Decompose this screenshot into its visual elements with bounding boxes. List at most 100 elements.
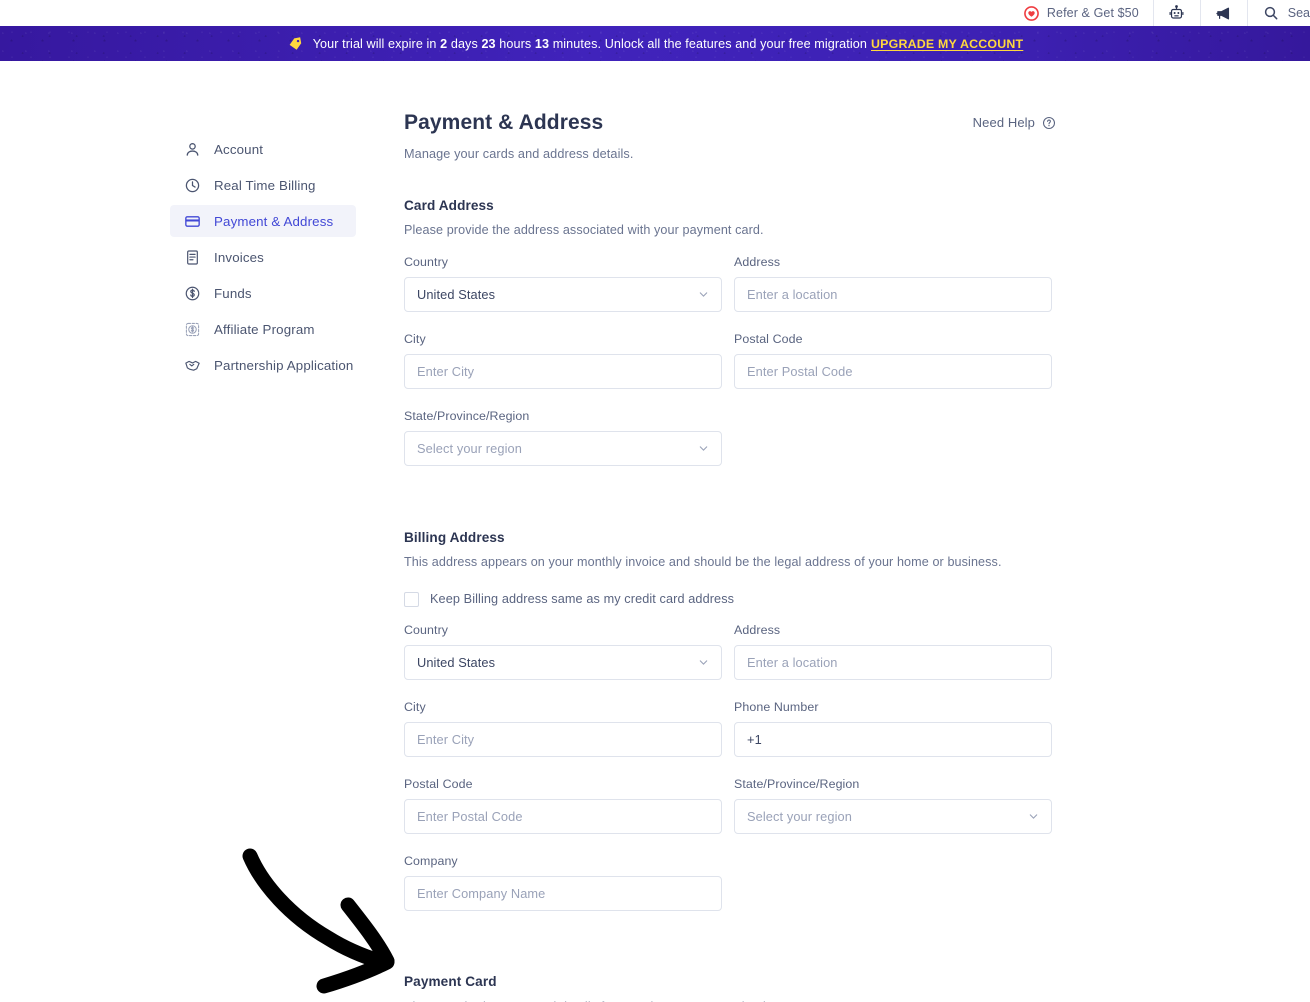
field-label: State/Province/Region xyxy=(734,777,1052,791)
page-title: Payment & Address xyxy=(404,111,634,135)
keep-billing-same-checkbox-row[interactable]: Keep Billing address same as my credit c… xyxy=(404,592,1056,607)
megaphone-icon xyxy=(1215,4,1233,22)
input-placeholder: Enter a location xyxy=(747,655,838,670)
sidebar-item-label: Payment & Address xyxy=(214,214,333,229)
billing-country-select[interactable]: United States xyxy=(404,645,722,680)
sidebar-item-label: Invoices xyxy=(214,250,264,265)
payment-card-row: Please authorize your card details for c… xyxy=(404,997,1056,1002)
field-label: Phone Number xyxy=(734,700,1052,714)
banner-text-prefix: Your trial will expire in xyxy=(313,37,440,51)
chevron-down-icon xyxy=(698,657,709,668)
trial-expiry-banner: Your trial will expire in 2 days 23 hour… xyxy=(0,26,1310,61)
field-billing-postal-code: Postal Code Enter Postal Code xyxy=(404,777,722,834)
billing-address-input[interactable]: Enter a location xyxy=(734,645,1052,680)
banner-hours-value: 23 xyxy=(481,37,495,51)
heart-icon xyxy=(1024,6,1039,21)
keep-billing-same-checkbox[interactable] xyxy=(404,592,419,607)
top-utility-bar: Refer & Get $50 xyxy=(0,0,1310,26)
field-label: Company xyxy=(404,854,722,868)
banner-minutes-unit: minutes. xyxy=(549,37,605,51)
card-country-select[interactable]: United States xyxy=(404,277,722,312)
field-label: Postal Code xyxy=(734,332,1052,346)
field-card-region: State/Province/Region Select your region xyxy=(404,409,722,466)
search-icon xyxy=(1262,4,1280,22)
select-value: Select your region xyxy=(417,441,522,456)
credit-card-icon xyxy=(184,213,201,230)
field-billing-country: Country United States xyxy=(404,623,722,680)
robot-icon xyxy=(1168,4,1186,22)
sidebar-item-real-time-billing[interactable]: Real Time Billing xyxy=(170,169,356,201)
content-header: Payment & Address Manage your cards and … xyxy=(404,111,1056,161)
sidebar-item-funds[interactable]: Funds xyxy=(170,277,356,309)
field-billing-city: City Enter City xyxy=(404,700,722,757)
refer-label: Refer & Get $50 xyxy=(1047,6,1139,20)
keep-billing-same-label: Keep Billing address same as my credit c… xyxy=(430,592,734,606)
sidebar-item-label: Account xyxy=(214,142,263,157)
billing-postal-code-input[interactable]: Enter Postal Code xyxy=(404,799,722,834)
field-label: Country xyxy=(404,623,722,637)
field-label: Country xyxy=(404,255,722,269)
sidebar-item-account[interactable]: Account xyxy=(170,133,356,165)
banner-message: Your trial will expire in 2 days 23 hour… xyxy=(313,37,1024,51)
select-value: United States xyxy=(417,287,495,302)
refer-and-get-button[interactable]: Refer & Get $50 xyxy=(1010,0,1153,26)
person-icon xyxy=(184,141,201,158)
field-card-postal-code: Postal Code Enter Postal Code xyxy=(734,332,1052,389)
sidebar-item-label: Affiliate Program xyxy=(214,322,315,337)
dollar-circle-icon xyxy=(184,285,201,302)
sidebar-item-payment-and-address[interactable]: Payment & Address xyxy=(170,205,356,237)
tag-icon xyxy=(287,35,304,52)
sidebar-item-label: Real Time Billing xyxy=(214,178,316,193)
select-value: United States xyxy=(417,655,495,670)
field-billing-address: Address Enter a location xyxy=(734,623,1052,680)
title-block: Payment & Address Manage your cards and … xyxy=(404,111,634,161)
billing-region-select[interactable]: Select your region xyxy=(734,799,1052,834)
card-address-section: Card Address Please provide the address … xyxy=(404,198,1056,486)
field-label: Address xyxy=(734,255,1052,269)
select-value: Select your region xyxy=(747,809,852,824)
sidebar-item-affiliate-program[interactable]: Affiliate Program xyxy=(170,313,356,345)
settings-sidebar: Account Real Time Billing Payment & Addr… xyxy=(170,97,356,1002)
question-circle-icon xyxy=(1042,116,1056,130)
billing-address-description: This address appears on your monthly inv… xyxy=(404,553,1056,571)
search-button[interactable]: Sea xyxy=(1247,0,1310,26)
sidebar-item-label: Funds xyxy=(214,286,252,301)
field-label: City xyxy=(404,332,722,346)
need-help-button[interactable]: Need Help xyxy=(973,111,1056,130)
sidebar-item-partnership-application[interactable]: Partnership Application xyxy=(170,349,356,381)
field-billing-region: State/Province/Region Select your region xyxy=(734,777,1052,834)
billing-address-section: Billing Address This address appears on … xyxy=(404,530,1056,930)
billing-company-input[interactable]: Enter Company Name xyxy=(404,876,722,911)
banner-hours-unit: hours xyxy=(496,37,535,51)
upgrade-my-account-link[interactable]: UPGRADE MY ACCOUNT xyxy=(871,37,1023,51)
payment-card-description: Please authorize your card details for c… xyxy=(404,997,842,1002)
chevron-down-icon xyxy=(698,289,709,300)
card-region-select[interactable]: Select your region xyxy=(404,431,722,466)
input-placeholder: Enter Postal Code xyxy=(747,364,853,379)
input-placeholder: Enter Postal Code xyxy=(417,809,523,824)
billing-city-input[interactable]: Enter City xyxy=(404,722,722,757)
bot-assistant-button[interactable] xyxy=(1153,0,1200,26)
banner-minutes-value: 13 xyxy=(535,37,549,51)
card-city-input[interactable]: Enter City xyxy=(404,354,722,389)
sidebar-item-label: Partnership Application xyxy=(214,358,353,373)
input-placeholder: Enter Company Name xyxy=(417,886,545,901)
input-value: +1 xyxy=(747,732,762,747)
field-label: Postal Code xyxy=(404,777,722,791)
billing-phone-number-input[interactable]: +1 xyxy=(734,722,1052,757)
card-postal-code-input[interactable]: Enter Postal Code xyxy=(734,354,1052,389)
billing-address-title: Billing Address xyxy=(404,530,1056,545)
field-billing-company: Company Enter Company Name xyxy=(404,854,722,911)
sidebar-item-invoices[interactable]: Invoices xyxy=(170,241,356,273)
banner-text-suffix: Unlock all the features and your free mi… xyxy=(605,37,867,51)
page-subtitle: Manage your cards and address details. xyxy=(404,147,634,161)
card-address-input[interactable]: Enter a location xyxy=(734,277,1052,312)
handshake-icon xyxy=(184,357,201,374)
need-help-label: Need Help xyxy=(973,115,1035,130)
card-address-title: Card Address xyxy=(404,198,1056,213)
main-content: Payment & Address Manage your cards and … xyxy=(356,97,1056,1002)
chevron-down-icon xyxy=(698,443,709,454)
accepted-card-brands: VISA AMERICAN EXPRESS xyxy=(950,997,1056,1002)
payment-card-title: Payment Card xyxy=(404,974,1056,989)
announcements-button[interactable] xyxy=(1200,0,1247,26)
